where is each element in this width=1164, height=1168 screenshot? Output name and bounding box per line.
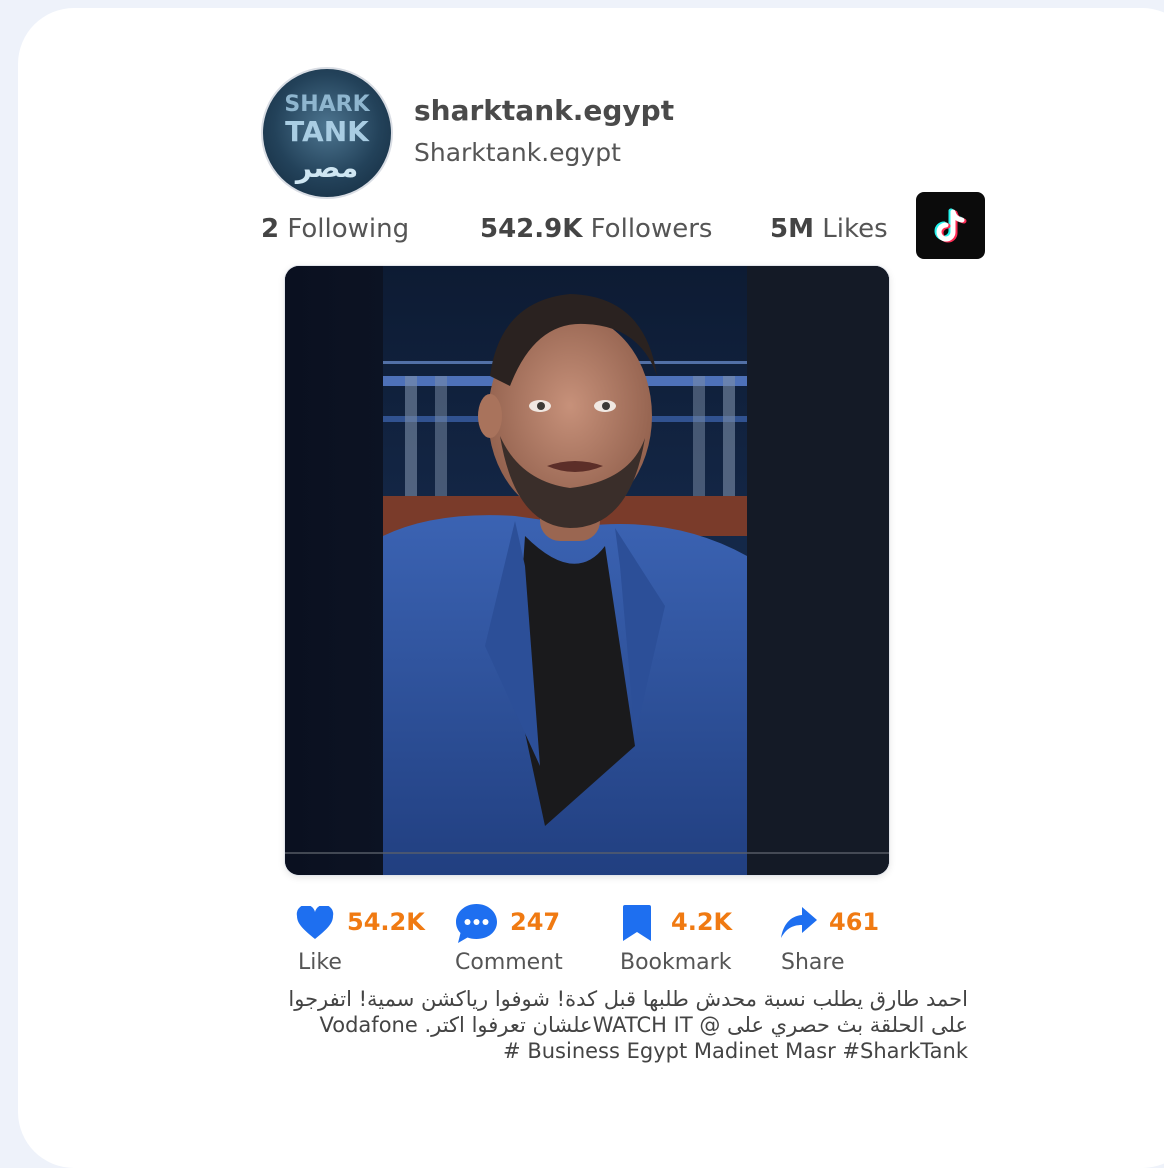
like-count: 54.2K bbox=[347, 908, 425, 936]
share-label: Share bbox=[781, 950, 845, 975]
share-count: 461 bbox=[829, 908, 880, 936]
video-player[interactable] bbox=[285, 266, 889, 875]
likes-count: 5M bbox=[770, 214, 814, 244]
followers-label: Followers bbox=[590, 214, 713, 244]
post-caption: احمد طارق يطلب نسبة محدش طلبها قبل كدة! … bbox=[288, 987, 968, 1063]
bookmark-label: Bookmark bbox=[620, 950, 732, 975]
video-frame bbox=[285, 266, 889, 875]
following-stat[interactable]: 2 Following bbox=[261, 214, 409, 244]
chat-bubble-icon bbox=[456, 904, 497, 943]
avatar-shark-text: SHARK bbox=[284, 92, 370, 117]
followers-stat[interactable]: 542.9K Followers bbox=[480, 214, 712, 244]
avatar[interactable]: SHARK TANK مصر bbox=[261, 67, 393, 199]
likes-label: Likes bbox=[822, 214, 888, 244]
share-button[interactable]: 461 bbox=[780, 900, 880, 948]
like-label: Like bbox=[298, 950, 342, 975]
following-label: Following bbox=[287, 214, 410, 244]
bookmark-icon bbox=[623, 905, 651, 941]
followers-count: 542.9K bbox=[480, 214, 583, 244]
likes-stat: 5M Likes bbox=[770, 214, 888, 244]
bookmark-button[interactable]: 4.2K bbox=[620, 900, 735, 948]
like-button[interactable]: 54.2K bbox=[296, 900, 426, 948]
tiktok-button[interactable] bbox=[916, 192, 985, 259]
following-count: 2 bbox=[261, 214, 280, 244]
comment-button[interactable]: 247 bbox=[455, 900, 565, 948]
handle: Sharktank.egypt bbox=[414, 138, 621, 167]
comment-count: 247 bbox=[510, 908, 561, 936]
tiktok-icon bbox=[934, 208, 967, 243]
share-arrow-icon bbox=[781, 907, 817, 938]
avatar-masr-text: مصر bbox=[294, 151, 358, 184]
bookmark-count: 4.2K bbox=[671, 908, 733, 936]
username[interactable]: sharktank.egypt bbox=[414, 94, 674, 127]
avatar-tank-text: TANK bbox=[285, 115, 370, 148]
comment-label: Comment bbox=[455, 950, 563, 975]
heart-icon bbox=[296, 906, 334, 939]
